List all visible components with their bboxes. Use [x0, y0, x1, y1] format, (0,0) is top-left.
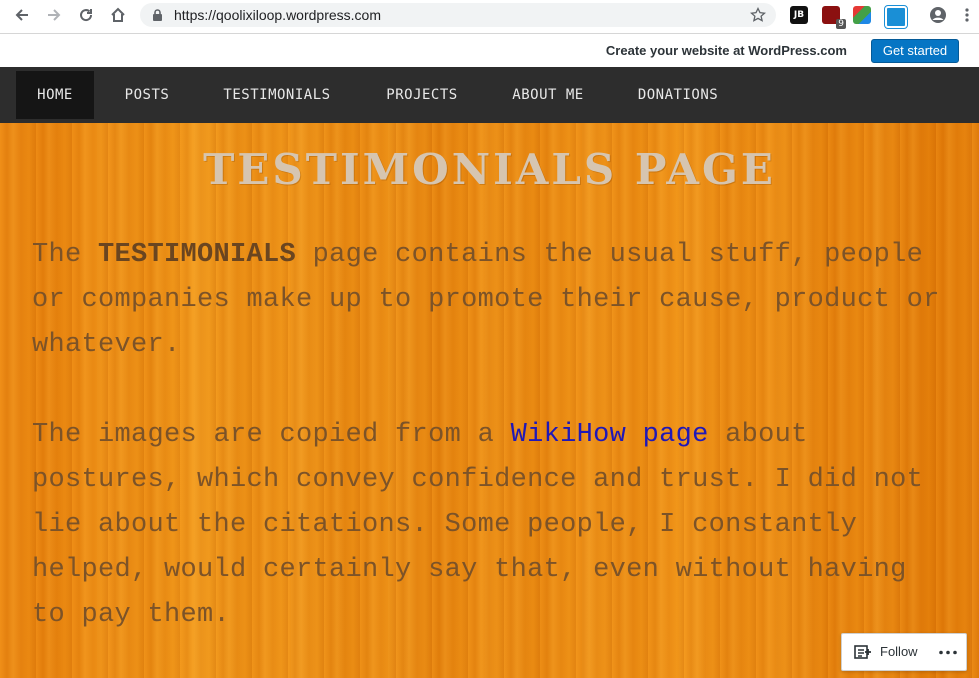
reload-button[interactable]	[74, 3, 98, 27]
back-arrow-icon	[15, 9, 28, 21]
forward-button[interactable]	[42, 3, 66, 27]
paragraph-images: The images are copied from a WikiHow pag…	[32, 413, 952, 638]
home-icon	[111, 7, 125, 22]
nav-item-donations[interactable]: DONATIONS	[621, 71, 735, 119]
home-button[interactable]	[106, 3, 130, 27]
forward-arrow-icon	[48, 9, 61, 21]
browser-toolbar: https://qoolixiloop.wordpress.com JB 9	[0, 0, 979, 34]
site-navigation: HOME POSTS TESTIMONIALS PROJECTS ABOUT M…	[0, 67, 979, 123]
back-button[interactable]	[10, 3, 34, 27]
paragraph-text: The images are copied from a	[32, 420, 511, 450]
page-content: TESTIMONIALS PAGE The TESTIMONIALS page …	[0, 123, 979, 678]
nav-item-posts[interactable]: POSTS	[108, 71, 186, 119]
url-text[interactable]: https://qoolixiloop.wordpress.com	[174, 7, 381, 23]
extension-badge: 9	[836, 19, 846, 29]
ublock-extension-icon[interactable]: 9	[822, 6, 846, 29]
star-icon[interactable]	[750, 7, 766, 23]
paragraph-text: about postures, which convey confidence …	[32, 420, 924, 630]
lock-icon	[153, 9, 162, 21]
paragraph-intro: The TESTIMONIALS page contains the usual…	[32, 233, 952, 368]
follow-widget: Follow	[841, 633, 967, 671]
get-started-button[interactable]: Get started	[871, 39, 959, 63]
bold-text: TESTIMONIALS	[98, 240, 297, 270]
more-options-icon[interactable]	[938, 650, 958, 655]
nav-item-about-me[interactable]: ABOUT ME	[495, 71, 601, 119]
nav-item-testimonials[interactable]: TESTIMONIALS	[206, 71, 348, 119]
window-extension-icon[interactable]	[884, 5, 908, 29]
paragraph-text: The	[32, 240, 99, 270]
nav-item-home[interactable]: HOME	[16, 71, 94, 119]
reload-icon	[80, 9, 93, 22]
extension-icon[interactable]	[853, 6, 871, 24]
menu-dots-icon[interactable]	[964, 7, 970, 23]
page-title: TESTIMONIALS PAGE	[203, 145, 776, 194]
wikihow-link[interactable]: WikiHow page	[511, 420, 709, 450]
wordpress-banner: Create your website at WordPress.com Get…	[0, 34, 979, 68]
jetbrains-extension-icon[interactable]: JB	[790, 6, 808, 24]
follow-button[interactable]: Follow	[880, 644, 918, 659]
address-bar[interactable]: https://qoolixiloop.wordpress.com	[140, 3, 776, 27]
nav-item-projects[interactable]: PROJECTS	[369, 71, 475, 119]
profile-icon[interactable]	[929, 6, 947, 24]
banner-promo-text[interactable]: Create your website at WordPress.com	[606, 43, 847, 58]
reader-follow-icon	[854, 645, 871, 659]
